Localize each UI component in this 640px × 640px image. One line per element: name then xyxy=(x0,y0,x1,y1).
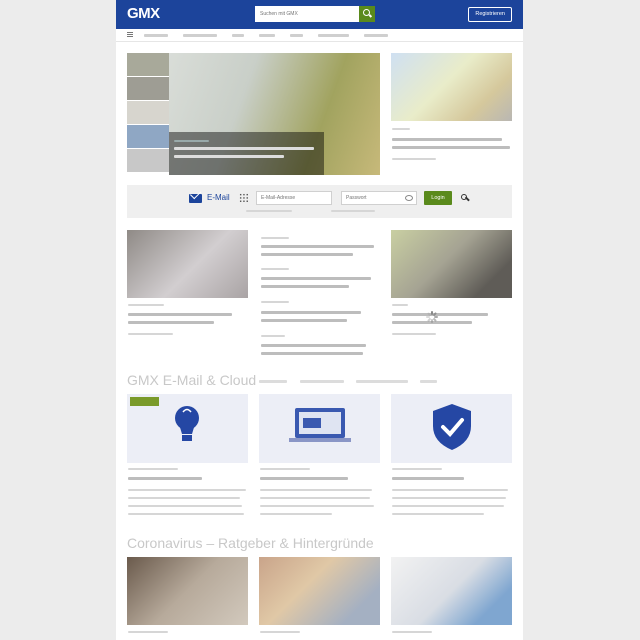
news-image[interactable] xyxy=(259,557,380,625)
email-field[interactable] xyxy=(256,191,332,205)
news-image[interactable] xyxy=(127,230,248,298)
menu-icon[interactable] xyxy=(127,32,133,37)
nav-item[interactable] xyxy=(232,29,244,41)
thumbnail[interactable] xyxy=(127,53,169,76)
thumbnail[interactable] xyxy=(127,125,169,148)
section-tab[interactable] xyxy=(420,380,437,383)
page: GMX Registrieren xyxy=(116,0,523,640)
mail-login-box: E-Mail Login xyxy=(127,185,512,218)
register-button[interactable]: Registrieren xyxy=(468,7,512,22)
section-tab[interactable] xyxy=(300,380,344,383)
product-card-image[interactable] xyxy=(391,394,512,463)
thumbnail[interactable] xyxy=(127,149,169,172)
right-background xyxy=(523,0,640,640)
register-free-link[interactable] xyxy=(246,210,292,212)
left-background xyxy=(0,0,116,640)
teaser-image[interactable] xyxy=(391,53,512,121)
forgot-password-link[interactable] xyxy=(331,210,375,212)
section-tab[interactable] xyxy=(259,380,287,383)
news-image[interactable] xyxy=(127,557,248,625)
section-title-coronavirus: Coronavirus – Ratgeber & Hintergründe xyxy=(127,535,374,551)
section-title-email-cloud: GMX E-Mail & Cloud xyxy=(127,372,257,388)
product-card-image[interactable] xyxy=(127,394,248,463)
nav-item[interactable] xyxy=(183,29,217,41)
nav-item[interactable] xyxy=(318,29,349,41)
nav-item[interactable] xyxy=(259,29,275,41)
lightbulb-icon xyxy=(175,406,199,441)
nav-item[interactable] xyxy=(144,29,168,41)
gmx-logo[interactable]: GMX xyxy=(127,5,160,22)
nav-item[interactable] xyxy=(290,29,303,41)
news-image[interactable] xyxy=(391,230,512,298)
mail-label[interactable]: E-Mail xyxy=(207,193,230,202)
thumbnail[interactable] xyxy=(127,77,169,100)
hero-caption xyxy=(169,132,324,175)
mail-icon xyxy=(189,194,202,203)
apps-grid-icon[interactable] xyxy=(239,193,249,203)
search-button[interactable] xyxy=(359,6,375,22)
laptop-letter-icon xyxy=(289,408,351,442)
show-password-icon[interactable] xyxy=(405,195,413,201)
hero-teaser[interactable] xyxy=(169,53,380,175)
section-tab[interactable] xyxy=(356,380,408,383)
hero-thumbnails xyxy=(127,53,169,173)
thumbnail[interactable] xyxy=(127,101,169,124)
shield-check-icon xyxy=(433,404,471,450)
main-nav xyxy=(116,29,523,42)
product-card-image[interactable] xyxy=(259,394,380,463)
loading-spinner-icon xyxy=(426,311,438,323)
nav-item[interactable] xyxy=(364,29,388,41)
header: GMX Registrieren xyxy=(116,0,523,29)
search-input[interactable] xyxy=(255,6,359,22)
login-button[interactable]: Login xyxy=(424,191,452,205)
news-image[interactable] xyxy=(391,557,512,625)
key-icon[interactable] xyxy=(461,193,469,201)
